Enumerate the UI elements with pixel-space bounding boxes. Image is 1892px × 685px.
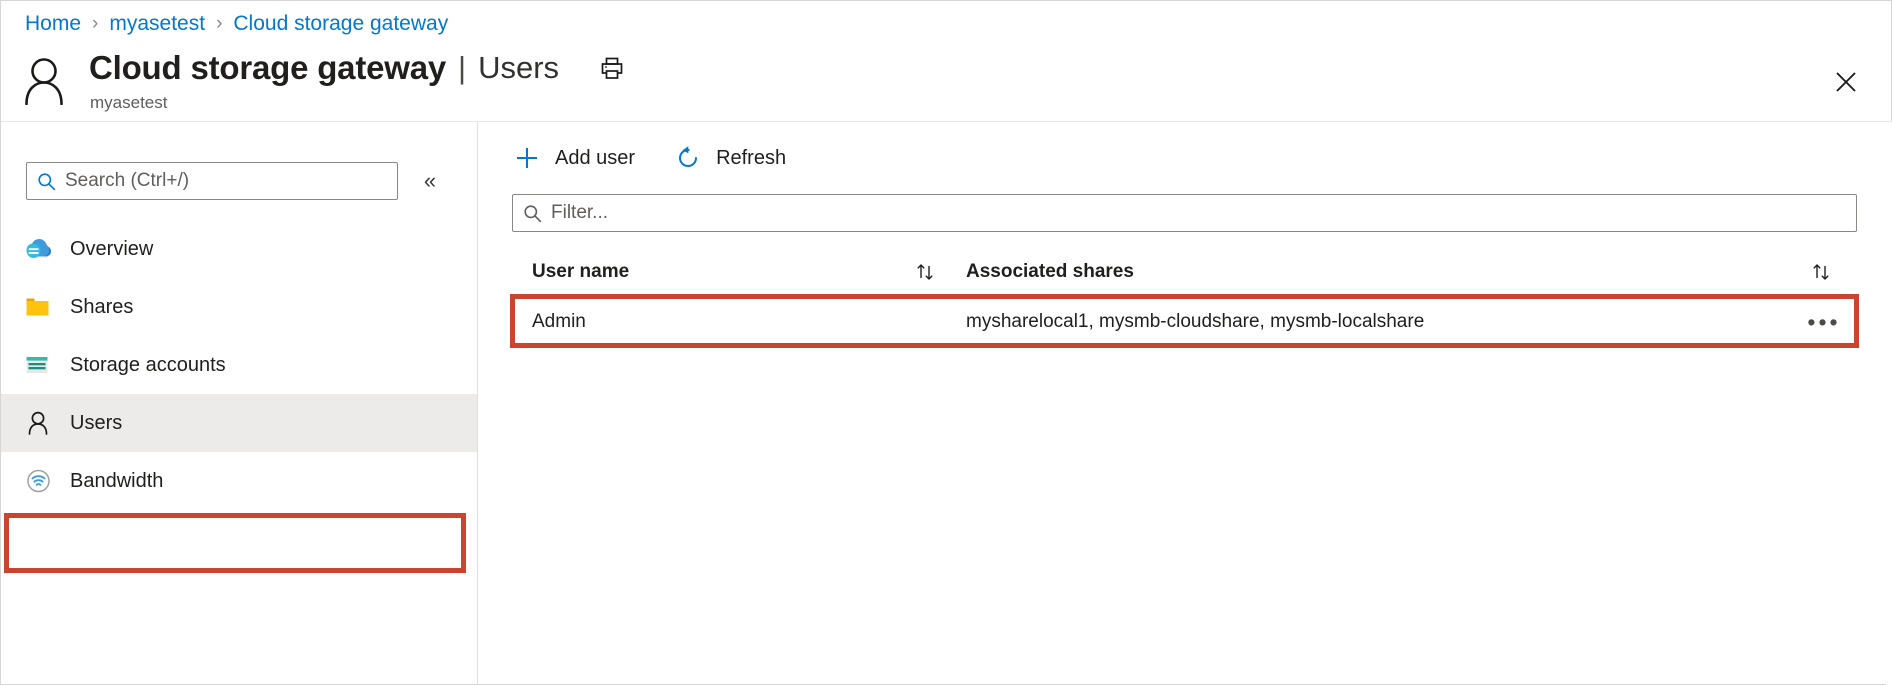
sidebar-item-label: Bandwidth bbox=[70, 469, 164, 492]
breadcrumb-item-myasetest[interactable]: myasetest bbox=[109, 12, 205, 36]
sidebar-item-shares[interactable]: Shares bbox=[1, 278, 477, 336]
page-title-section: Users bbox=[478, 50, 560, 85]
folder-icon bbox=[23, 292, 53, 322]
filter-placeholder: Filter... bbox=[551, 202, 609, 223]
sort-arrows-icon[interactable] bbox=[912, 259, 938, 285]
column-header-associated-shares[interactable]: Associated shares bbox=[966, 248, 1134, 296]
ellipsis-icon[interactable]: ••• bbox=[1807, 309, 1841, 335]
filter-input[interactable]: Filter... bbox=[512, 194, 1857, 232]
storage-account-icon bbox=[23, 350, 53, 380]
refresh-button[interactable]: Refresh bbox=[673, 138, 786, 178]
close-icon[interactable] bbox=[1829, 65, 1863, 99]
sidebar-item-label: Overview bbox=[70, 237, 154, 260]
breadcrumb-separator-icon: › bbox=[92, 13, 99, 34]
sidebar-item-users[interactable]: Users bbox=[1, 394, 477, 452]
breadcrumb: Home › myasetest › Cloud storage gateway bbox=[25, 7, 448, 41]
sidebar-item-label: Users bbox=[70, 411, 123, 434]
table-header-row: User name Associated shares bbox=[512, 248, 1857, 297]
page-title: Cloud storage gateway | Users bbox=[89, 49, 627, 87]
refresh-icon bbox=[673, 143, 703, 173]
breadcrumb-item-home[interactable]: Home bbox=[25, 12, 81, 36]
sidebar-item-bandwidth[interactable]: Bandwidth bbox=[1, 452, 477, 510]
refresh-label: Refresh bbox=[716, 146, 787, 169]
users-table: User name Associated shares Admin myshar… bbox=[512, 248, 1857, 348]
search-placeholder: Search (Ctrl+/) bbox=[65, 170, 190, 191]
blade-content: Add user Refresh Filter... User name Ass… bbox=[478, 122, 1892, 685]
sort-arrows-icon[interactable] bbox=[1808, 259, 1834, 285]
breadcrumb-item-cloud-storage-gateway[interactable]: Cloud storage gateway bbox=[233, 12, 448, 36]
sidebar-item-storage-accounts[interactable]: Storage accounts bbox=[1, 336, 477, 394]
sidebar-item-label: Storage accounts bbox=[70, 353, 226, 376]
azure-portal-blade: Home › myasetest › Cloud storage gateway… bbox=[0, 0, 1892, 685]
cell-user-name: Admin bbox=[532, 311, 586, 332]
cloud-icon bbox=[23, 234, 53, 264]
search-icon bbox=[27, 172, 65, 191]
plus-icon bbox=[512, 143, 542, 173]
user-outline-icon bbox=[21, 55, 67, 106]
page-title-resource: Cloud storage gateway bbox=[89, 49, 447, 86]
highlight-box-sidebar-users bbox=[4, 513, 466, 573]
search-input[interactable]: Search (Ctrl+/) bbox=[26, 162, 398, 200]
blade-header: Cloud storage gateway | Users myasetest bbox=[1, 43, 1891, 121]
column-header-user-name[interactable]: User name bbox=[532, 248, 629, 296]
add-user-label: Add user bbox=[555, 146, 636, 169]
search-icon bbox=[513, 204, 551, 223]
sidebar-nav: Overview Shares Storage accounts Users B… bbox=[1, 220, 477, 510]
chevron-double-left-icon[interactable]: « bbox=[414, 166, 446, 196]
page-title-divider: | bbox=[458, 50, 467, 85]
bandwidth-icon bbox=[23, 466, 53, 496]
sidebar-item-overview[interactable]: Overview bbox=[1, 220, 477, 278]
printer-icon[interactable] bbox=[597, 53, 627, 83]
command-bar: Add user Refresh bbox=[478, 131, 824, 185]
page-subtitle: myasetest bbox=[90, 93, 168, 112]
add-user-button[interactable]: Add user bbox=[512, 138, 635, 178]
user-icon bbox=[23, 408, 53, 438]
breadcrumb-separator-icon: › bbox=[216, 13, 223, 34]
content-right-edge bbox=[1886, 122, 1892, 685]
cell-associated-shares: mysharelocal1, mysmb-cloudshare, mysmb-l… bbox=[966, 311, 1425, 332]
sidebar-item-label: Shares bbox=[70, 295, 134, 318]
table-row[interactable]: Admin mysharelocal1, mysmb-cloudshare, m… bbox=[512, 297, 1857, 348]
blade-sidebar: Search (Ctrl+/) « Overview Shares Storag… bbox=[1, 122, 477, 685]
